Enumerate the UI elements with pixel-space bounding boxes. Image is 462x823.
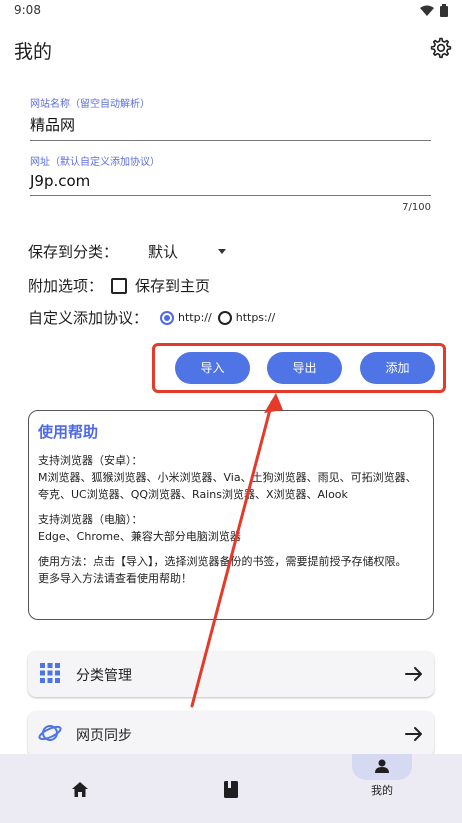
status-bar: 9:08	[0, 0, 462, 24]
add-button[interactable]: 添加	[360, 352, 435, 384]
category-dropdown[interactable]: 默认	[148, 241, 227, 262]
radio-http[interactable]	[160, 310, 175, 325]
save-home-checkbox[interactable]	[111, 277, 128, 294]
bottom-nav: 我的	[0, 754, 462, 823]
category-management-item[interactable]: 分类管理	[28, 651, 434, 697]
category-management-label: 分类管理	[76, 668, 132, 684]
help-title: 使用帮助	[38, 423, 99, 441]
radio-https[interactable]	[217, 310, 232, 325]
help-android-title: 支持浏览器（安卓）：	[38, 454, 143, 467]
home-icon	[72, 782, 88, 797]
import-button[interactable]: 导入	[175, 352, 250, 384]
url-field[interactable]: 网址（默认自定义添加协议） J9p.com	[30, 153, 431, 196]
help-usage: 使用方法：点击【导入】，选择浏览器备份的书签，需要提前授予存储权限。	[38, 555, 407, 568]
nav-home[interactable]	[2, 754, 156, 823]
help-pc-list: Edge、Chrome、兼容大部分电脑浏览器	[38, 530, 241, 543]
help-pc-title: 支持浏览器（电脑）：	[38, 513, 143, 526]
extra-options-row: 附加选项： 保存到主页	[28, 275, 210, 296]
nav-mine-label: 我的	[371, 784, 393, 797]
url-input[interactable]: J9p.com	[30, 172, 431, 196]
web-sync-label: 网页同步	[76, 728, 132, 744]
category-dropdown-value: 默认	[148, 243, 179, 261]
grid-icon	[40, 663, 60, 683]
wifi-icon	[420, 5, 434, 16]
radio-http-label: http://	[178, 311, 212, 324]
help-more: 更多导入方法请查看使用帮助！	[38, 572, 192, 585]
url-label: 网址（默认自定义添加协议）	[30, 157, 160, 168]
book-icon	[224, 781, 238, 798]
help-android-list: M浏览器、狐猴浏览器、小米浏览器、Via、土狗浏览器、雨见、可拓浏览器、夸克、U…	[38, 471, 417, 501]
gear-icon[interactable]	[428, 36, 452, 60]
help-card: 使用帮助 支持浏览器（安卓）： M浏览器、狐猴浏览器、小米浏览器、Via、土狗浏…	[28, 410, 434, 620]
site-name-label: 网站名称（留空自动解析）	[30, 99, 150, 110]
arrow-right-icon	[405, 667, 422, 681]
extra-options-label: 附加选项：	[28, 277, 104, 295]
chevron-down-icon	[218, 249, 227, 254]
status-icons	[420, 4, 448, 17]
save-home-label: 保存到主页	[135, 277, 211, 295]
protocol-label: 自定义添加协议：	[28, 309, 149, 327]
battery-icon	[440, 4, 448, 17]
save-category-row: 保存到分类： 默认	[28, 241, 227, 262]
nav-bookmarks[interactable]	[154, 754, 308, 823]
protocol-row: 自定义添加协议： http:// https://	[28, 307, 281, 328]
export-button[interactable]: 导出	[267, 352, 342, 384]
top-bar: 我的	[0, 32, 462, 68]
web-sync-item[interactable]: 网页同步	[28, 711, 434, 757]
status-time: 9:08	[14, 3, 41, 17]
site-name-field[interactable]: 网站名称（留空自动解析） 精品网	[30, 95, 431, 141]
page-title: 我的	[14, 41, 53, 63]
nav-mine[interactable]: 我的	[305, 754, 459, 823]
person-icon	[375, 759, 389, 773]
planet-icon	[38, 725, 62, 741]
char-counter: 7/100	[402, 202, 431, 213]
arrow-right-icon	[405, 727, 422, 741]
save-category-label: 保存到分类：	[28, 243, 119, 261]
radio-https-label: https://	[235, 311, 276, 324]
site-name-input[interactable]: 精品网	[30, 114, 431, 141]
